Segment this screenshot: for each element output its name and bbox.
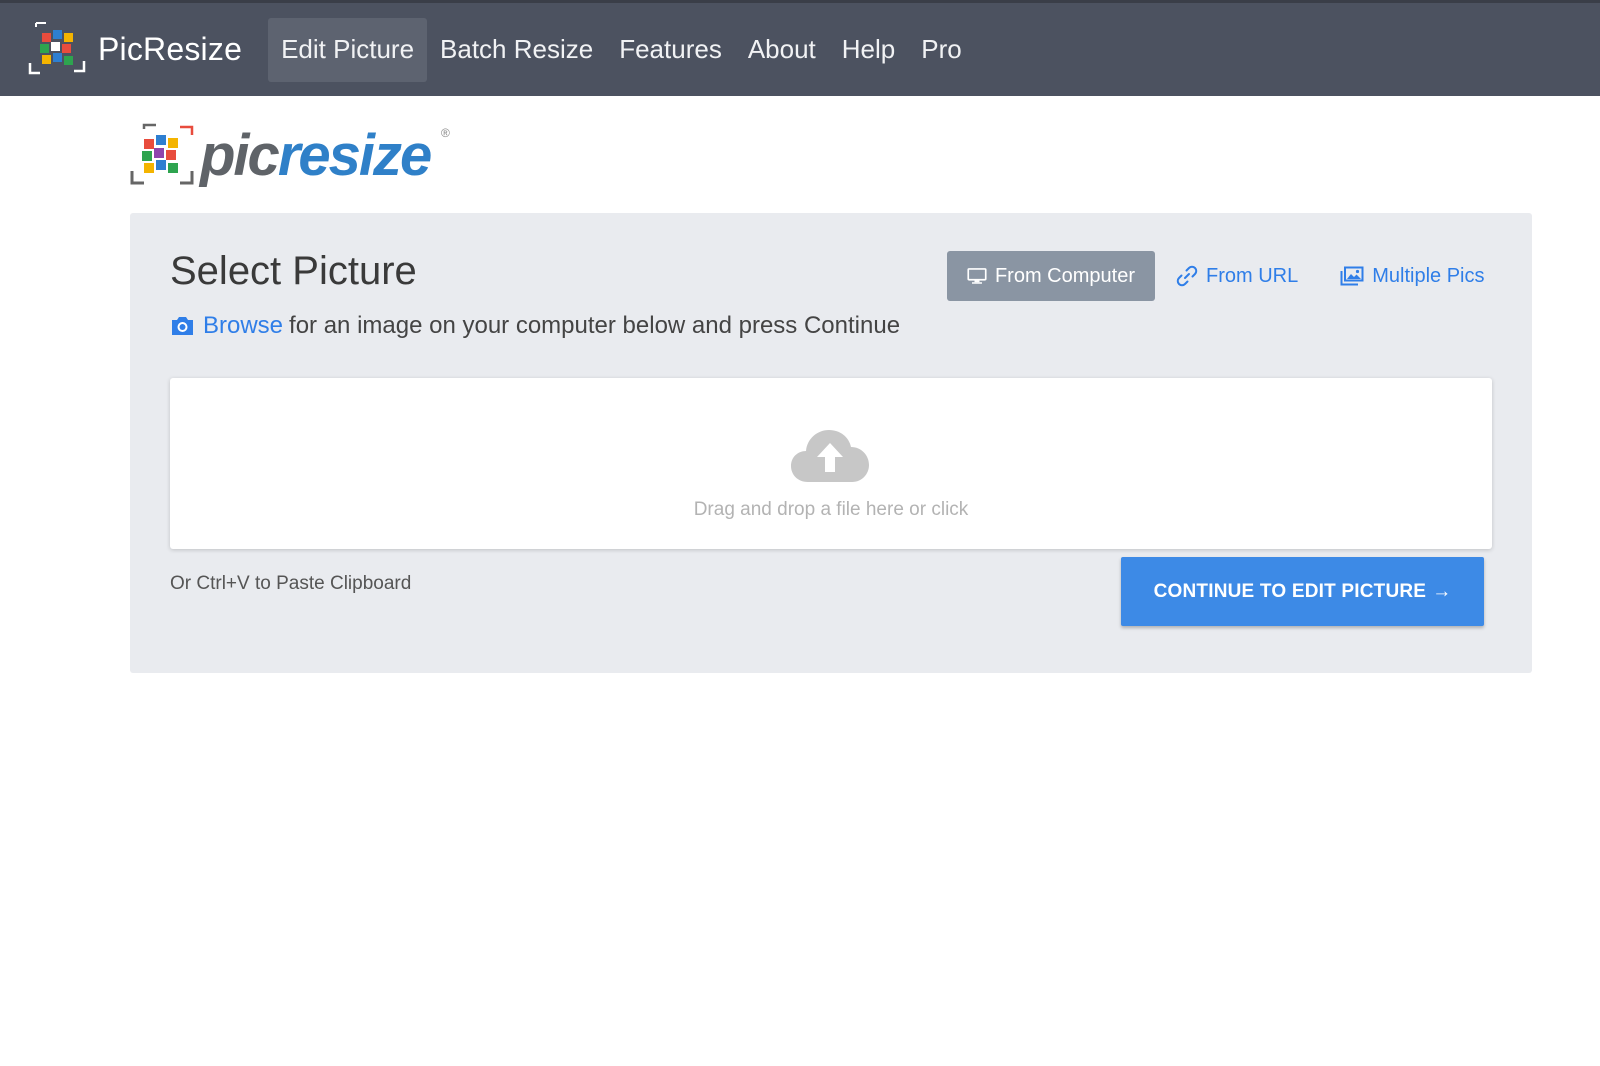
- browse-hint: Browse for an image on your computer bel…: [170, 312, 900, 340]
- picresize-brand-icon: [28, 21, 86, 74]
- tab-from-computer[interactable]: From Computer: [947, 251, 1155, 301]
- nav-about[interactable]: About: [735, 18, 829, 82]
- nav-edit-picture[interactable]: Edit Picture: [268, 17, 428, 82]
- cloud-upload-icon: [791, 430, 869, 482]
- browse-link[interactable]: Browse: [203, 312, 283, 340]
- paste-clipboard-note: Or Ctrl+V to Paste Clipboard: [170, 573, 412, 594]
- registered-mark: ®: [441, 126, 450, 140]
- monitor-icon: [967, 268, 987, 284]
- images-icon: [1340, 266, 1364, 286]
- main-nav: Edit Picture Batch Resize Features About…: [268, 17, 975, 82]
- picresize-logo-icon: [130, 123, 194, 185]
- camera-icon[interactable]: [170, 315, 195, 337]
- continue-button-label: CONTINUE TO EDIT PICTURE: [1153, 580, 1427, 602]
- logo-wordmark: picresize: [200, 123, 432, 188]
- nav-help[interactable]: Help: [829, 18, 908, 82]
- tab-from-url[interactable]: From URL: [1155, 251, 1319, 301]
- select-picture-panel: Select Picture From Computer From URL Mu…: [130, 213, 1532, 673]
- nav-pro[interactable]: Pro: [908, 18, 974, 82]
- brand-name: PicResize: [98, 31, 243, 67]
- continue-button[interactable]: CONTINUE TO EDIT PICTURE →: [1121, 557, 1484, 626]
- nav-features[interactable]: Features: [606, 18, 735, 82]
- picresize-logo: picresize: [130, 120, 460, 192]
- tab-multiple-pics-label: Multiple Pics: [1372, 264, 1485, 287]
- source-tabs: From Computer From URL Multiple Pics: [947, 251, 1506, 301]
- tab-from-computer-label: From Computer: [994, 264, 1135, 287]
- brand-link[interactable]: PicResize: [26, 15, 242, 85]
- top-navbar: PicResize Edit Picture Batch Resize Feat…: [0, 0, 1600, 96]
- browse-hint-text: for an image on your computer below and …: [289, 312, 901, 339]
- dropzone-text: Drag and drop a file here or click: [693, 499, 969, 520]
- tab-from-url-label: From URL: [1206, 264, 1299, 287]
- panel-title: Select Picture: [170, 249, 417, 293]
- nav-batch-resize[interactable]: Batch Resize: [427, 18, 606, 82]
- arrow-right-icon: →: [1432, 580, 1452, 602]
- tab-multiple-pics[interactable]: Multiple Pics: [1319, 251, 1505, 301]
- link-icon: [1176, 265, 1198, 287]
- file-dropzone[interactable]: Drag and drop a file here or click: [170, 378, 1492, 549]
